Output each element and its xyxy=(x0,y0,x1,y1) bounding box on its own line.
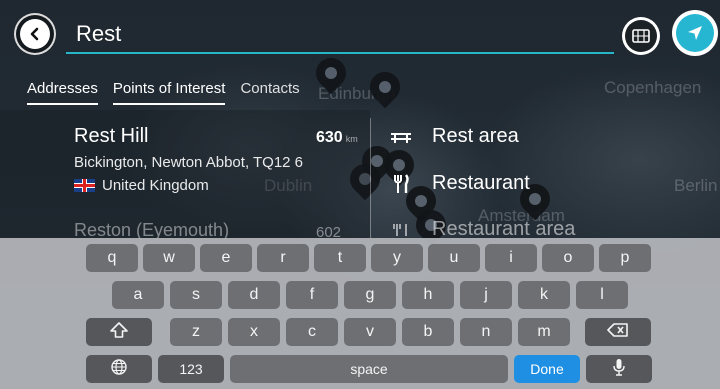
category-rest-area[interactable]: Rest area xyxy=(388,125,519,148)
map-label-copenhagen: Copenhagen xyxy=(604,78,702,97)
back-button[interactable] xyxy=(14,13,56,55)
key-i[interactable]: i xyxy=(485,244,537,272)
key-q[interactable]: q xyxy=(86,244,138,272)
shift-key[interactable] xyxy=(86,318,152,346)
key-o[interactable]: o xyxy=(542,244,594,272)
globe-icon xyxy=(111,358,127,380)
navigation-arrow-icon xyxy=(676,14,714,52)
key-h[interactable]: h xyxy=(402,281,454,309)
rest-area-icon xyxy=(388,130,414,144)
navigate-button[interactable] xyxy=(672,10,718,56)
key-k[interactable]: k xyxy=(518,281,570,309)
result-distance-unit: km xyxy=(345,134,358,144)
uk-flag-icon xyxy=(74,179,95,192)
map-view-button[interactable] xyxy=(622,17,660,55)
key-p[interactable]: p xyxy=(599,244,651,272)
key-n[interactable]: n xyxy=(460,318,512,346)
tab-points-of-interest[interactable]: Points of Interest xyxy=(112,80,226,105)
key-y[interactable]: y xyxy=(371,244,423,272)
microphone-icon xyxy=(613,358,625,381)
category-label: Rest area xyxy=(432,125,519,147)
key-c[interactable]: c xyxy=(286,318,338,346)
tab-addresses[interactable]: Addresses xyxy=(27,80,98,105)
result-distance: 630 km xyxy=(316,129,358,147)
key-z[interactable]: z xyxy=(170,318,222,346)
result-distance-value: 630 xyxy=(316,129,343,146)
key-t[interactable]: t xyxy=(314,244,366,272)
result-title[interactable]: Rest Hill xyxy=(74,125,148,148)
key-d[interactable]: d xyxy=(228,281,280,309)
map-label-berlin: Berlin xyxy=(674,176,718,195)
done-key[interactable]: Done xyxy=(514,355,580,383)
map-icon xyxy=(625,20,657,52)
fork-knife-icon xyxy=(388,173,414,194)
key-r[interactable]: r xyxy=(257,244,309,272)
shift-icon xyxy=(110,321,128,343)
key-f[interactable]: f xyxy=(286,281,338,309)
key-g[interactable]: g xyxy=(344,281,396,309)
numbers-key[interactable]: 123 xyxy=(158,355,224,383)
category-label: Restaurant xyxy=(432,172,530,194)
restaurant-area-icon xyxy=(388,223,414,237)
space-key[interactable]: space xyxy=(230,355,508,383)
key-a[interactable]: a xyxy=(112,281,164,309)
search-tabs: Addresses Points of Interest Contacts xyxy=(27,80,315,105)
key-b[interactable]: b xyxy=(402,318,454,346)
key-v[interactable]: v xyxy=(344,318,396,346)
results-divider xyxy=(370,118,371,238)
key-l[interactable]: l xyxy=(576,281,628,309)
result-country: United Kingdom xyxy=(74,177,209,194)
key-u[interactable]: u xyxy=(428,244,480,272)
tab-contacts[interactable]: Contacts xyxy=(240,80,299,105)
backspace-icon xyxy=(607,322,629,342)
key-m[interactable]: m xyxy=(518,318,570,346)
on-screen-keyboard: q w e r t y u i o p a s d f g h j k l z … xyxy=(0,238,720,389)
result-country-label: United Kingdom xyxy=(102,177,209,194)
search-input[interactable]: Rest xyxy=(76,21,121,47)
key-w[interactable]: w xyxy=(143,244,195,272)
key-x[interactable]: x xyxy=(228,318,280,346)
category-restaurant[interactable]: Restaurant xyxy=(388,172,530,195)
search-input-underline xyxy=(66,52,614,54)
key-e[interactable]: e xyxy=(200,244,252,272)
language-key[interactable] xyxy=(86,355,152,383)
key-s[interactable]: s xyxy=(170,281,222,309)
voice-input-key[interactable] xyxy=(586,355,652,383)
backspace-key[interactable] xyxy=(585,318,651,346)
back-arrow-icon xyxy=(20,19,50,49)
result-address: Bickington, Newton Abbot, TQ12 6 xyxy=(74,154,304,171)
key-j[interactable]: j xyxy=(460,281,512,309)
